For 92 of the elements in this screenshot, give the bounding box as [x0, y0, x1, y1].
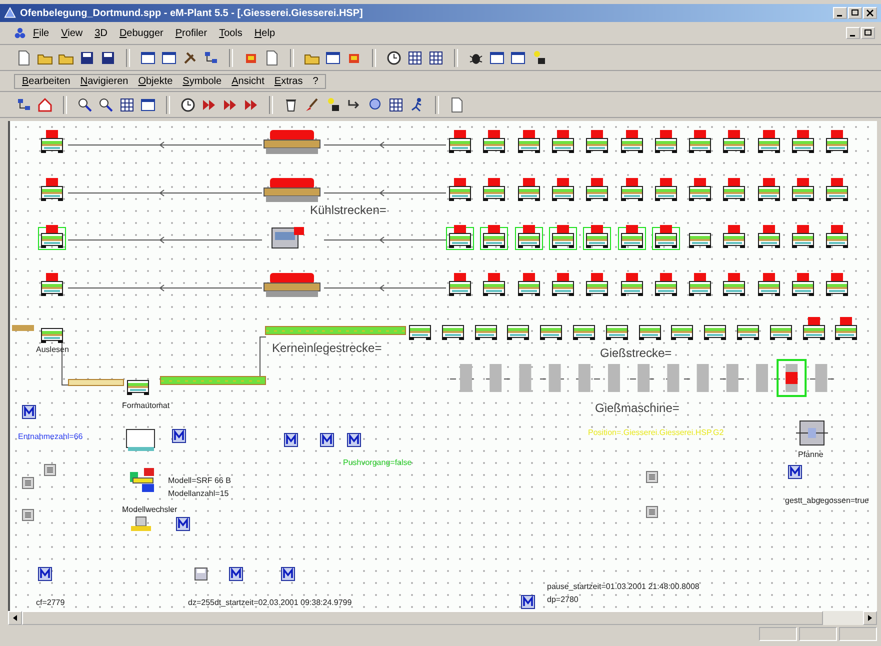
menu-item[interactable]: Debugger	[114, 26, 168, 40]
object-label: dz=255dt_startzeit=02.03.2001 09:38:24.9799	[188, 599, 352, 607]
menu-item[interactable]: View	[56, 26, 88, 40]
menu-item[interactable]: Profiler	[170, 26, 212, 40]
clock-icon[interactable]	[386, 50, 402, 66]
object-label: Gießmaschine=	[595, 402, 680, 414]
status-pane	[799, 627, 837, 641]
scroll-right-icon[interactable]	[863, 611, 877, 625]
house-icon[interactable]	[37, 96, 53, 112]
lamp-icon[interactable]	[325, 96, 341, 112]
variable-icon	[646, 506, 658, 518]
object-label: Pushvorgang=false	[343, 459, 412, 467]
variable-icon	[22, 477, 34, 489]
menu-item[interactable]: Tools	[214, 26, 248, 40]
menu-item[interactable]: ?	[308, 74, 324, 88]
pallet-icon	[12, 325, 34, 331]
object-label: pause_startzeit=01.03.2001 21:48:00.8008	[547, 583, 700, 591]
object-label: cf=2779	[36, 599, 65, 607]
object-label: Gießstrecke=	[600, 347, 672, 359]
minimize-icon[interactable]	[846, 27, 860, 39]
menu-item[interactable]: Navigieren	[75, 74, 134, 88]
tree-icon[interactable]	[16, 96, 32, 112]
method-icon	[281, 567, 295, 581]
menu-item[interactable]: File	[28, 26, 54, 40]
tree-icon[interactable]	[203, 50, 219, 66]
ladle-icon	[796, 419, 828, 447]
window-title: Ofenbelegung_Dortmund.spp - eM-Plant 5.5 - [.Giesserei.Giesserei.HSP]	[20, 8, 363, 18]
method-icon	[521, 595, 535, 609]
object-label: Modellanzahl=15	[168, 490, 229, 498]
magnifier-icon[interactable]	[77, 96, 93, 112]
menu-item[interactable]: Symbole	[178, 74, 227, 88]
menu-item[interactable]: Ansicht	[226, 74, 270, 88]
clock-icon[interactable]	[180, 96, 196, 112]
window-icon[interactable]	[325, 50, 341, 66]
minimize-icon[interactable]	[833, 7, 847, 19]
variable-icon	[44, 464, 56, 476]
menu-item[interactable]: 3D	[90, 26, 112, 40]
method-icon	[38, 567, 52, 581]
restore-icon[interactable]	[848, 7, 862, 19]
window-icon[interactable]	[140, 50, 156, 66]
window-icon[interactable]	[161, 50, 177, 66]
object-label: Entnahmezahl=66	[18, 433, 83, 441]
method-icon	[788, 465, 802, 479]
variable-icon	[22, 509, 34, 521]
status-pane	[759, 627, 797, 641]
menu-item[interactable]: Objekte	[133, 74, 178, 88]
method-icon	[284, 433, 298, 447]
object-label: Formautomat	[122, 402, 170, 410]
tools-icon[interactable]	[182, 50, 198, 66]
object-label: Pfanne	[798, 451, 824, 459]
method-icon	[229, 567, 243, 581]
object-label: Kerneinlegestrecke=	[272, 342, 382, 354]
machine-icon	[124, 427, 158, 453]
method-icon	[176, 517, 190, 531]
oven-icon	[262, 272, 322, 300]
grid-icon[interactable]	[119, 96, 135, 112]
method-icon	[22, 405, 36, 419]
variable-icon	[646, 471, 658, 483]
magnifier-icon[interactable]	[98, 96, 114, 112]
object-label: Modell=SRF 66 B	[168, 477, 231, 485]
window-icon[interactable]	[510, 50, 526, 66]
object-label: gestt_abgegossen=true	[785, 497, 869, 505]
close-icon[interactable]	[863, 7, 877, 19]
menu-item[interactable]: Help	[249, 26, 280, 40]
method-icon	[320, 433, 334, 447]
object-label: Modellwechsler	[122, 506, 178, 514]
object-label: Kühlstrecken=	[310, 204, 386, 216]
grid-icon[interactable]	[388, 96, 404, 112]
grid-icon[interactable]	[428, 50, 444, 66]
page-icon[interactable]	[16, 50, 32, 66]
oven-icon	[262, 129, 322, 157]
menu-item[interactable]: Bearbeiten	[17, 74, 76, 88]
window-icon[interactable]	[140, 96, 156, 112]
object-label: dp=2780	[547, 596, 578, 604]
object-label: Position=.Giesserei.Giesserei.HSP.G2	[588, 429, 724, 437]
bubble-icon[interactable]	[367, 96, 383, 112]
page-icon[interactable]	[264, 50, 280, 66]
grid-icon[interactable]	[407, 50, 423, 66]
trash-icon[interactable]	[283, 96, 299, 112]
conveyor-strip	[68, 379, 125, 387]
restore-icon[interactable]	[861, 27, 875, 39]
method-icon	[347, 433, 361, 447]
method-icon	[172, 429, 186, 443]
oven-icon	[262, 177, 322, 205]
scroll-left-icon[interactable]	[8, 611, 22, 625]
menu-item[interactable]: Extras	[269, 74, 308, 88]
status-pane	[839, 627, 877, 641]
station-icon	[130, 515, 152, 533]
page-icon[interactable]	[449, 96, 465, 112]
brush-icon[interactable]	[304, 96, 320, 112]
lamp-icon[interactable]	[531, 50, 547, 66]
window-icon[interactable]	[489, 50, 505, 66]
